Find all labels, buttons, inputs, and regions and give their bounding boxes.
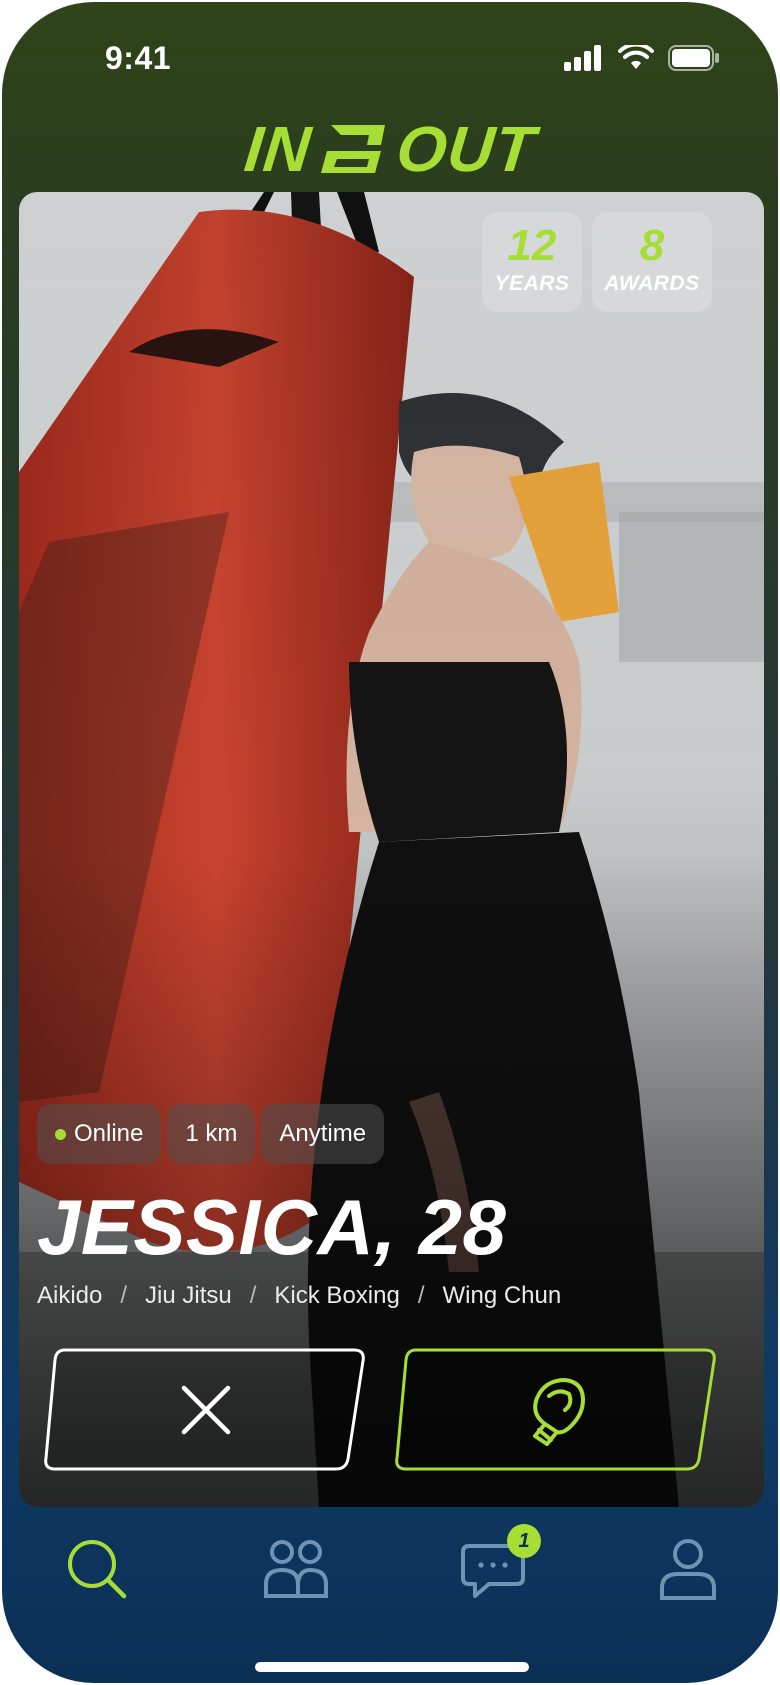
logo-mark-icon — [320, 125, 385, 173]
logo-text-out: OUT — [393, 113, 540, 185]
online-label: Online — [74, 1120, 144, 1147]
profile-chips: Online 1 km Anytime — [37, 1104, 385, 1164]
availability-chip: Anytime — [261, 1104, 385, 1164]
user-icon — [660, 1539, 716, 1600]
phone-screen: 9:41 IN OUT 12 YEARS 8 AWARDS Online 1 k… — [2, 2, 778, 1683]
availability-label: Anytime — [279, 1120, 367, 1147]
app-logo: IN OUT — [2, 112, 778, 186]
nav-search[interactable] — [62, 1534, 134, 1606]
search-icon — [68, 1540, 127, 1599]
signal-icon — [564, 45, 601, 71]
battery-icon — [668, 45, 719, 71]
separator: / — [120, 1282, 128, 1309]
nav-community[interactable] — [260, 1534, 332, 1606]
separator: / — [417, 1282, 425, 1309]
nav-messages[interactable]: 1 — [457, 1524, 541, 1606]
stat-years-label: YEARS — [494, 272, 570, 295]
online-chip: Online — [37, 1104, 162, 1164]
martial-art-item: Jiu Jitsu — [145, 1282, 232, 1309]
stat-years-value: 12 — [507, 221, 557, 270]
martial-arts-list: Aikido / Jiu Jitsu / Kick Boxing / Wing … — [37, 1282, 561, 1310]
stat-years: 12 YEARS — [482, 212, 582, 312]
stat-awards-value: 8 — [639, 221, 665, 270]
messages-badge: 1 — [507, 1524, 541, 1558]
distance-label: 1 km — [185, 1120, 238, 1147]
nav-profile[interactable] — [652, 1534, 724, 1606]
online-dot-icon — [55, 1128, 66, 1140]
people-icon — [264, 1540, 328, 1598]
profile-name: JESSICA, 28 — [37, 1183, 507, 1271]
close-icon — [181, 1385, 231, 1434]
reject-button[interactable] — [41, 1347, 371, 1472]
distance-chip: 1 km — [167, 1104, 256, 1164]
status-icons — [564, 45, 720, 71]
martial-art-item: Aikido — [37, 1282, 103, 1309]
profile-card[interactable]: 12 YEARS 8 AWARDS Online 1 km Anytime JE… — [19, 192, 764, 1507]
stat-awards-label: AWARDS — [604, 272, 700, 295]
logo-text-in: IN — [240, 113, 315, 185]
home-indicator — [255, 1662, 529, 1672]
boxing-glove-icon — [533, 1377, 585, 1446]
separator: / — [249, 1282, 257, 1309]
martial-art-item: Wing Chun — [442, 1282, 562, 1309]
martial-art-item: Kick Boxing — [274, 1282, 400, 1309]
status-time: 9:41 — [105, 40, 172, 76]
challenge-button[interactable] — [392, 1347, 722, 1472]
stat-awards: 8 AWARDS — [592, 212, 712, 312]
wifi-icon — [618, 45, 654, 69]
bottom-nav: 1 — [2, 1512, 778, 1622]
